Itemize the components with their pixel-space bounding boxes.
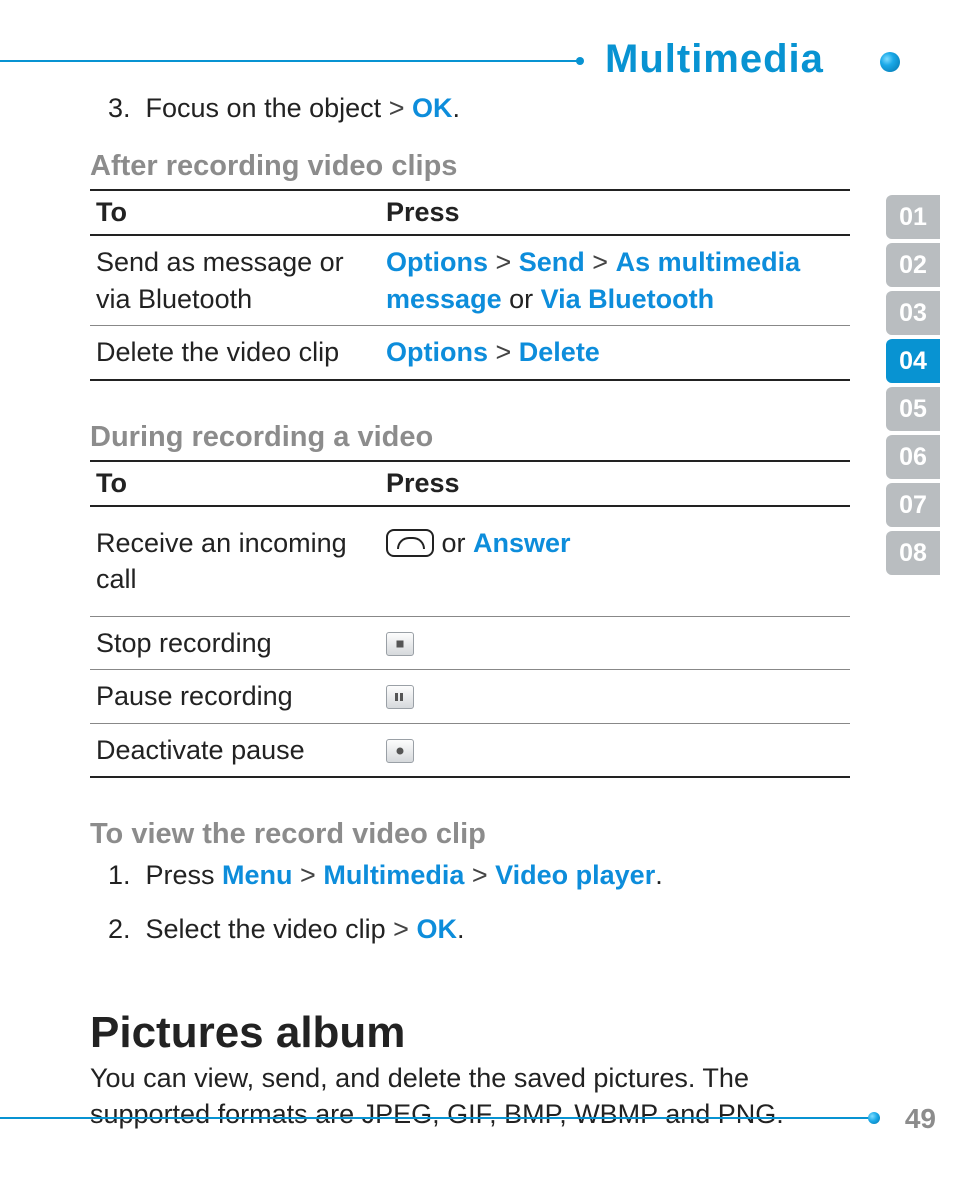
gt-separator: > [585,247,616,277]
step-text: Press [146,860,223,890]
gt-separator: > [488,247,519,277]
step-number: 2. [108,911,138,947]
multimedia-label: Multimedia [323,860,464,890]
chapter-tab-07[interactable]: 07 [886,483,940,527]
record-icon [386,739,414,763]
chapter-tab-06[interactable]: 06 [886,435,940,479]
ok-label: OK [412,93,453,123]
gt-separator: > [488,337,519,367]
or-text: or [502,284,541,314]
during-recording-heading: During recording a video [90,421,850,454]
cell-press: Options > Delete [380,326,850,380]
pictures-album-body: You can view, send, and delete the saved… [90,1060,850,1133]
options-label: Options [386,247,488,277]
page-number: 49 [905,1103,936,1135]
table-row: Stop recording [90,616,850,669]
cell-to: Receive an incoming call [90,506,380,616]
menu-label: Menu [222,860,293,890]
th-press: Press [380,190,850,235]
view-clip-heading: To view the record video clip [90,818,850,851]
chapter-tab-08[interactable]: 08 [886,531,940,575]
chapter-tabs: 01 02 03 04 05 06 07 08 [886,195,940,575]
header-rule [0,60,580,62]
cell-press [380,723,850,777]
gt-separator: > [389,93,405,123]
pause-icon [386,685,414,709]
step-post: . [655,860,663,890]
step-text: Focus on the object [146,93,382,123]
chapter-tab-04[interactable]: 04 [886,339,940,383]
step-number: 1. [108,857,138,893]
table-row: Send as message or via Bluetooth Options… [90,235,850,325]
stop-icon [386,632,414,656]
call-key-icon [386,529,434,557]
footer-rule [0,1117,872,1119]
table-row: Deactivate pause [90,723,850,777]
send-label: Send [519,247,585,277]
via-bluetooth-label: Via Bluetooth [541,284,715,314]
cell-to: Delete the video clip [90,326,380,380]
cell-press [380,616,850,669]
chapter-tab-05[interactable]: 05 [886,387,940,431]
chapter-tab-02[interactable]: 02 [886,243,940,287]
chapter-tab-03[interactable]: 03 [886,291,940,335]
cell-to: Deactivate pause [90,723,380,777]
th-to: To [90,190,380,235]
gt-separator: > [464,860,495,890]
gt-separator: > [393,914,416,944]
chapter-tab-01[interactable]: 01 [886,195,940,239]
options-label: Options [386,337,488,367]
cell-to: Stop recording [90,616,380,669]
manual-page: Multimedia 01 02 03 04 05 06 07 08 3. Fo… [0,0,954,1179]
pictures-album-heading: Pictures album [90,1008,850,1058]
cell-to: Send as message or via Bluetooth [90,235,380,325]
section-header: Multimedia [605,37,824,82]
step-post: . [452,93,460,123]
header-dot-big-icon [880,52,900,72]
th-press: Press [380,461,850,506]
cell-to: Pause recording [90,670,380,723]
page-content: 3. Focus on the object > OK. After recor… [90,90,850,1133]
video-player-label: Video player [495,860,655,890]
cell-press: or Answer [380,506,850,616]
or-text: or [434,528,473,558]
answer-label: Answer [473,528,571,558]
table-header-row: To Press [90,461,850,506]
delete-label: Delete [519,337,600,367]
step-post: . [457,914,465,944]
after-recording-table: To Press Send as message or via Bluetoot… [90,189,850,380]
table-row: Receive an incoming call or Answer [90,506,850,616]
view-step-1: 1. Press Menu > Multimedia > Video playe… [90,857,850,893]
footer-dot-icon [868,1112,880,1124]
cell-press: Options > Send > As multimedia message o… [380,235,850,325]
step-number: 3. [108,90,138,126]
step-3: 3. Focus on the object > OK. [90,90,850,126]
gt-separator: > [293,860,324,890]
table-row: Delete the video clip Options > Delete [90,326,850,380]
step-text: Select the video clip [146,914,394,944]
cell-press [380,670,850,723]
table-header-row: To Press [90,190,850,235]
after-recording-heading: After recording video clips [90,150,850,183]
ok-label: OK [416,914,457,944]
th-to: To [90,461,380,506]
header-dot-small-icon [576,57,584,65]
during-recording-table: To Press Receive an incoming call or Ans… [90,460,850,778]
table-row: Pause recording [90,670,850,723]
view-step-2: 2. Select the video clip > OK. [90,911,850,947]
